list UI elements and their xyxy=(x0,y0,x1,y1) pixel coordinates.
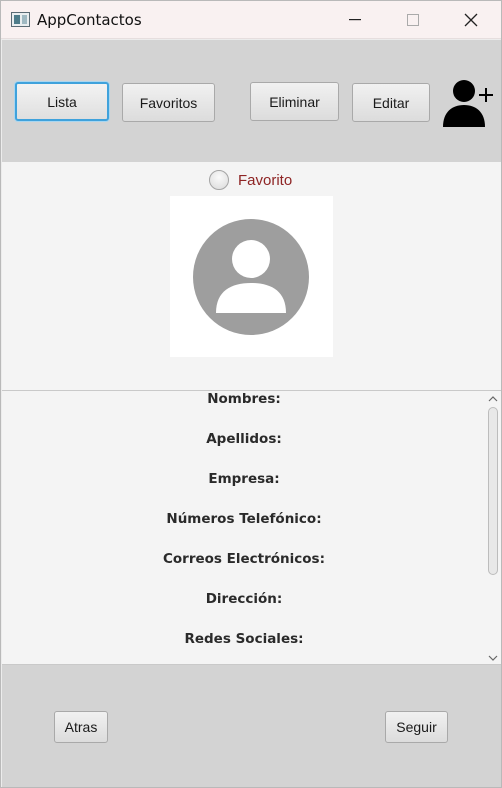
editar-button[interactable]: Editar xyxy=(352,83,430,122)
atras-button[interactable]: Atras xyxy=(54,711,108,743)
lista-button[interactable]: Lista xyxy=(15,82,109,121)
close-button[interactable] xyxy=(443,1,499,39)
app-window: AppContactos Lista Favoritos Eliminar Ed… xyxy=(0,0,502,788)
seguir-button[interactable]: Seguir xyxy=(385,711,448,743)
scroll-thumb[interactable] xyxy=(488,407,498,575)
apellidos-label: Apellidos: xyxy=(206,431,282,447)
telefonos-label: Números Telefónico: xyxy=(166,511,322,527)
minimize-icon xyxy=(349,19,361,21)
eliminar-button[interactable]: Eliminar xyxy=(250,82,339,121)
maximize-icon xyxy=(407,14,419,26)
contact-photo[interactable] xyxy=(170,196,333,357)
add-contact-button[interactable] xyxy=(442,77,496,129)
scroll-up-icon[interactable] xyxy=(487,394,499,404)
favoritos-button[interactable]: Favoritos xyxy=(122,83,215,122)
favorite-label: Favorito xyxy=(238,171,293,189)
window-title: AppContactos xyxy=(37,11,142,29)
maximize-button[interactable] xyxy=(385,1,441,39)
default-avatar-icon xyxy=(193,219,309,335)
title-bar[interactable]: AppContactos xyxy=(1,1,501,39)
close-icon xyxy=(464,13,478,27)
redes-sociales-label: Redes Sociales: xyxy=(184,631,304,647)
app-icon xyxy=(11,12,30,27)
add-user-icon xyxy=(443,80,493,127)
favorite-toggle[interactable]: Favorito xyxy=(209,170,292,190)
nombres-label: Nombres: xyxy=(207,391,281,407)
contact-details-scrollpane[interactable]: Nombres: Apellidos: Empresa: Números Tel… xyxy=(2,390,501,665)
correos-label: Correos Electrónicos: xyxy=(162,551,325,567)
favorite-radio[interactable] xyxy=(209,170,229,190)
vertical-scrollbar[interactable] xyxy=(485,391,501,664)
toolbar: Lista Favoritos Eliminar Editar xyxy=(2,40,501,162)
scroll-down-icon[interactable] xyxy=(487,653,499,663)
minimize-button[interactable] xyxy=(327,1,383,39)
direccion-label: Dirección: xyxy=(205,591,283,607)
navigation-bar: Atras Seguir xyxy=(2,665,501,787)
empresa-label: Empresa: xyxy=(208,471,280,487)
profile-area: Favorito xyxy=(2,162,501,390)
